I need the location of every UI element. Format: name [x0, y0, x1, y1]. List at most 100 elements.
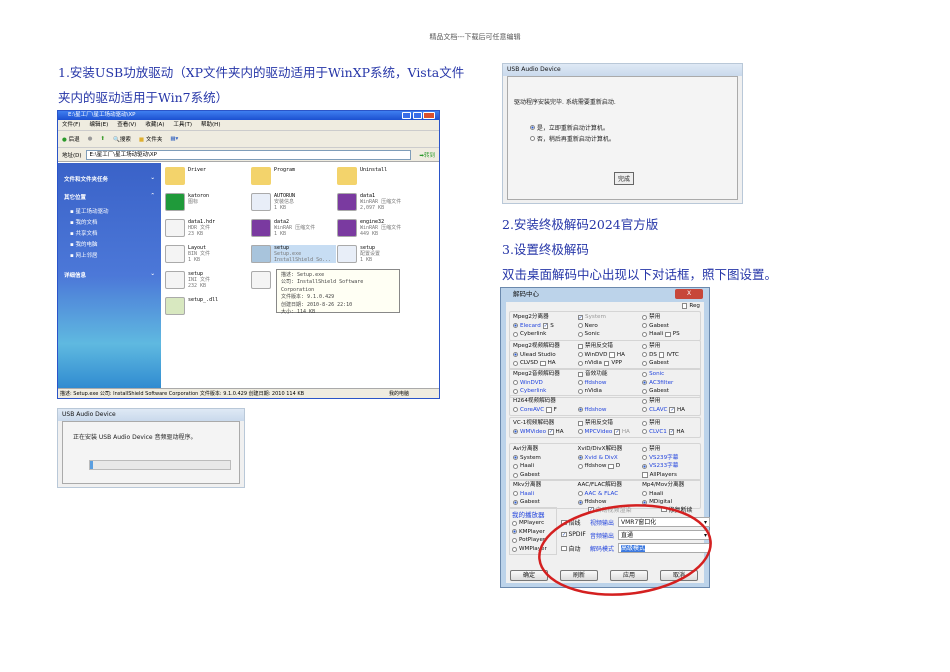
- checkbox-icon[interactable]: [603, 360, 610, 367]
- checkbox-icon[interactable]: ✓: [542, 323, 549, 329]
- file-item[interactable]: Program: [251, 167, 336, 185]
- radio-option[interactable]: CLAVC ✓ HA: [642, 406, 697, 415]
- close-button[interactable]: X: [675, 289, 703, 299]
- radio-option[interactable]: VS239字幕: [642, 454, 697, 463]
- file-item[interactable]: AUTORUN 安装信息 1 KB: [251, 193, 336, 211]
- place-link[interactable]: ▪ 我的文档: [70, 218, 155, 226]
- place-link[interactable]: ▪ 共享文档: [70, 229, 155, 237]
- radio-icon: [513, 380, 518, 386]
- file-item[interactable]: data1.hdr HDR 文件 23 KB: [165, 219, 250, 237]
- file-item[interactable]: setup Setup.exe InstallShield So...: [251, 245, 336, 263]
- file-size: InstallShield So...: [274, 257, 332, 263]
- menu-item[interactable]: 编辑(E): [89, 122, 108, 128]
- file-item[interactable]: Uninstall: [337, 167, 422, 185]
- maximize-button[interactable]: [413, 112, 422, 119]
- radio-option[interactable]: CLVC1 ✓ HA: [642, 428, 697, 437]
- radio-option[interactable]: Nero: [577, 322, 643, 331]
- radio-option[interactable]: Ulead Studio: [513, 351, 578, 360]
- up-folder-icon[interactable]: ⬆: [100, 136, 105, 142]
- step3-description: 双击桌面解码中心出现以下对话框，照下图设置。: [502, 267, 778, 282]
- menu-item[interactable]: 收藏(A): [145, 122, 164, 128]
- radio-option[interactable]: MPCVideo ✓ HA: [577, 428, 643, 437]
- details-header[interactable]: 详细信息 ⌄: [64, 271, 155, 279]
- file-item[interactable]: Layout BIN 文件 1 KB: [165, 245, 250, 263]
- radio-option[interactable]: 禁用: [642, 397, 697, 406]
- restart-later-option[interactable]: 否，稍后再重新启动计算机。: [530, 134, 615, 143]
- radio-option[interactable]: AAC & FLAC: [577, 490, 643, 499]
- radio-option[interactable]: WinDVD: [513, 379, 578, 388]
- file-item[interactable]: setup 配置设置 1 KB: [337, 245, 422, 263]
- radio-option[interactable]: Haali: [642, 490, 697, 499]
- place-link[interactable]: ▪ 我的电脑: [70, 240, 155, 248]
- back-button[interactable]: ● 后退: [62, 135, 80, 143]
- radio-option[interactable]: CLVSD HA: [513, 359, 578, 368]
- radio-option[interactable]: AC3filter: [642, 379, 697, 388]
- radio-option[interactable]: 禁用: [642, 342, 697, 351]
- restart-now-option[interactable]: 是，立即重新启动计算机。: [530, 123, 609, 132]
- radio-option[interactable]: Gabest: [642, 359, 697, 368]
- menu-item[interactable]: 帮助(H): [201, 122, 220, 128]
- menu-item[interactable]: 文件(F): [62, 122, 80, 128]
- checkbox-icon[interactable]: [540, 360, 546, 367]
- checkbox-icon[interactable]: [546, 407, 552, 413]
- radio-option[interactable]: Gabest: [642, 322, 697, 331]
- file-item[interactable]: data1 WinRAR 压缩文件 2,097 KB: [337, 193, 422, 211]
- radio-option[interactable]: WMVideo ✓ HA: [513, 428, 578, 437]
- radio-option[interactable]: 禁用: [642, 445, 697, 454]
- radio-option[interactable]: ffdshow: [577, 379, 643, 388]
- checkbox-icon[interactable]: [609, 352, 615, 358]
- file-item[interactable]: setup_.dll: [165, 297, 250, 315]
- file-item[interactable]: katoron 图标: [165, 193, 250, 211]
- views-icon[interactable]: ▦▾: [170, 136, 178, 142]
- radio-option[interactable]: CoreAVC F: [513, 406, 578, 415]
- file-item[interactable]: setup INI 文件 232 KB: [165, 271, 250, 289]
- checkbox-option[interactable]: 音效功能: [577, 370, 643, 379]
- radio-option[interactable]: System: [513, 454, 578, 463]
- checkbox-icon[interactable]: [658, 352, 665, 358]
- forward-icon[interactable]: ●: [88, 136, 93, 142]
- radio-option[interactable]: Haali PS: [642, 330, 697, 339]
- radio-option[interactable]: Cyberlink: [513, 330, 578, 339]
- menu-item[interactable]: 工具(T): [173, 122, 192, 128]
- radio-option[interactable]: WinDVD HA: [577, 351, 643, 360]
- file-item[interactable]: Driver: [165, 167, 250, 185]
- folders-button[interactable]: ■ 文件夹: [139, 135, 162, 143]
- radio-option[interactable]: 禁用: [642, 313, 697, 322]
- minimize-button[interactable]: [402, 112, 411, 119]
- file-item[interactable]: engine32 WinRAR 压缩文件 449 KB: [337, 219, 422, 237]
- finish-button[interactable]: 完成: [614, 172, 635, 185]
- address-input[interactable]: E:\星工厂\星工场动驱动\XP: [85, 149, 412, 160]
- file-item[interactable]: data2 WinRAR 压缩文件 1 KB: [251, 219, 336, 237]
- checkbox-option[interactable]: ✓ System: [577, 313, 643, 322]
- reg-checkbox[interactable]: Reg: [681, 303, 700, 309]
- radio-option[interactable]: Sonic: [577, 330, 643, 339]
- close-button[interactable]: [423, 112, 435, 119]
- radio-option[interactable]: DS IVTC: [642, 351, 697, 360]
- checkbox-icon[interactable]: ✓: [669, 407, 675, 413]
- radio-option[interactable]: Sonic: [642, 370, 697, 379]
- checkbox-option[interactable]: 禁用反交错: [577, 419, 643, 428]
- radio-option[interactable]: Xvid & DivX: [577, 454, 643, 463]
- checkbox-option[interactable]: 禁用反交错: [577, 342, 643, 351]
- radio-option[interactable]: Haali: [513, 490, 578, 499]
- checkbox-icon[interactable]: ✓: [614, 429, 620, 435]
- checkbox-icon[interactable]: ✓: [548, 429, 554, 435]
- radio-option[interactable]: VS233字幕: [642, 462, 697, 471]
- radio-option[interactable]: Haali: [513, 462, 578, 471]
- checkbox-icon[interactable]: [665, 331, 671, 338]
- place-link[interactable]: ▪ 网上邻居: [70, 251, 155, 259]
- place-link[interactable]: ▪ 星工场动驱动: [70, 207, 155, 215]
- search-button[interactable]: 🔍搜索: [113, 135, 131, 143]
- radio-option[interactable]: 禁用: [642, 419, 697, 428]
- checkbox-icon[interactable]: ✓: [668, 429, 675, 435]
- other-places-header[interactable]: 其它位置 ⌃: [64, 193, 155, 201]
- tasks-header[interactable]: 文件和文件夹任务 ⌄: [64, 175, 155, 183]
- radio-option[interactable]: ffdshow D: [577, 462, 643, 471]
- radio-option[interactable]: Elecard ✓ S: [513, 322, 578, 331]
- radio-option[interactable]: ffdshow: [577, 406, 643, 415]
- checkbox-icon[interactable]: [608, 463, 614, 470]
- group-label: AAC/FLAC解码器: [578, 481, 643, 490]
- menu-item[interactable]: 查看(V): [117, 122, 136, 128]
- go-button[interactable]: ➡转到: [419, 151, 435, 159]
- radio-option[interactable]: nVidia VPP: [577, 359, 643, 368]
